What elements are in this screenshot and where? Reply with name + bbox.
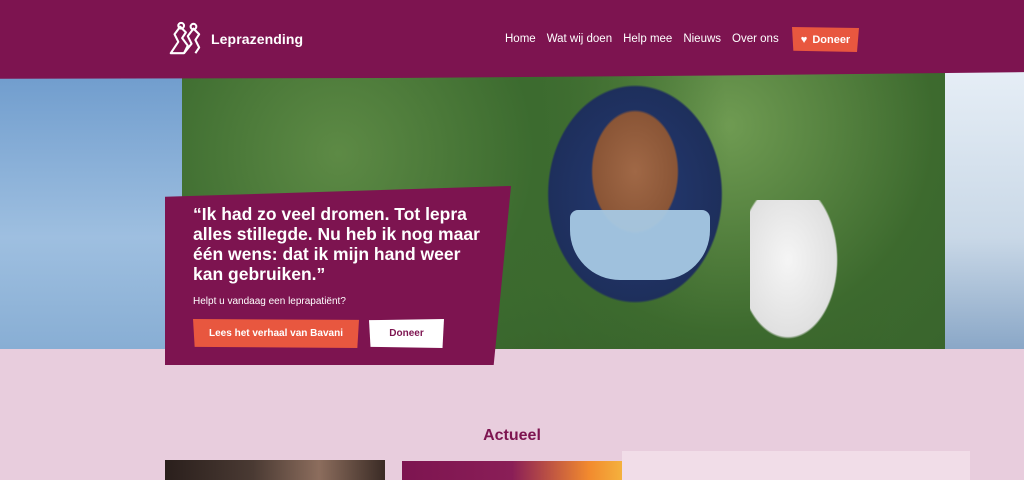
nav-item-help-mee[interactable]: Help mee (623, 33, 672, 45)
hero-subtext: Helpt u vandaag een leprapatiënt? (193, 296, 346, 307)
leprazending-logo-icon (169, 21, 201, 55)
news-card-1-image[interactable] (165, 460, 385, 480)
news-card-background (622, 451, 970, 480)
nav-item-home[interactable]: Home (505, 33, 536, 45)
hero-house (945, 70, 1024, 349)
main-nav: Home Wat wij doen Help mee Nieuws Over o… (505, 33, 779, 45)
news-card-2-image[interactable] (402, 461, 622, 480)
site-header: Leprazending Home Wat wij doen Help mee … (0, 0, 1024, 79)
header-donate-label: Doneer (812, 33, 851, 46)
nav-item-over-ons[interactable]: Over ons (732, 33, 779, 45)
nav-item-nieuws[interactable]: Nieuws (683, 33, 721, 45)
brand-name: Leprazending (211, 31, 304, 47)
hero-face-mask (570, 210, 710, 280)
hero-wall (0, 70, 182, 349)
header-donate-button[interactable]: ♥ Doneer (792, 27, 859, 52)
read-story-button[interactable]: Lees het verhaal van Bavani (193, 319, 359, 348)
news-section-title: Actueel (483, 427, 541, 444)
hero-donate-button[interactable]: Doneer (369, 319, 444, 348)
heart-icon: ♥ (800, 33, 808, 46)
hero-quote-panel: “Ik had zo veel dromen. Tot lepra alles … (165, 186, 511, 365)
hero-bandaged-hand (750, 200, 845, 349)
brand-logo[interactable]: Leprazending (165, 21, 303, 57)
hero-quote: “Ik had zo veel dromen. Tot lepra alles … (193, 204, 480, 284)
hero-image (0, 70, 1024, 349)
nav-item-wat-wij-doen[interactable]: Wat wij doen (547, 33, 612, 45)
